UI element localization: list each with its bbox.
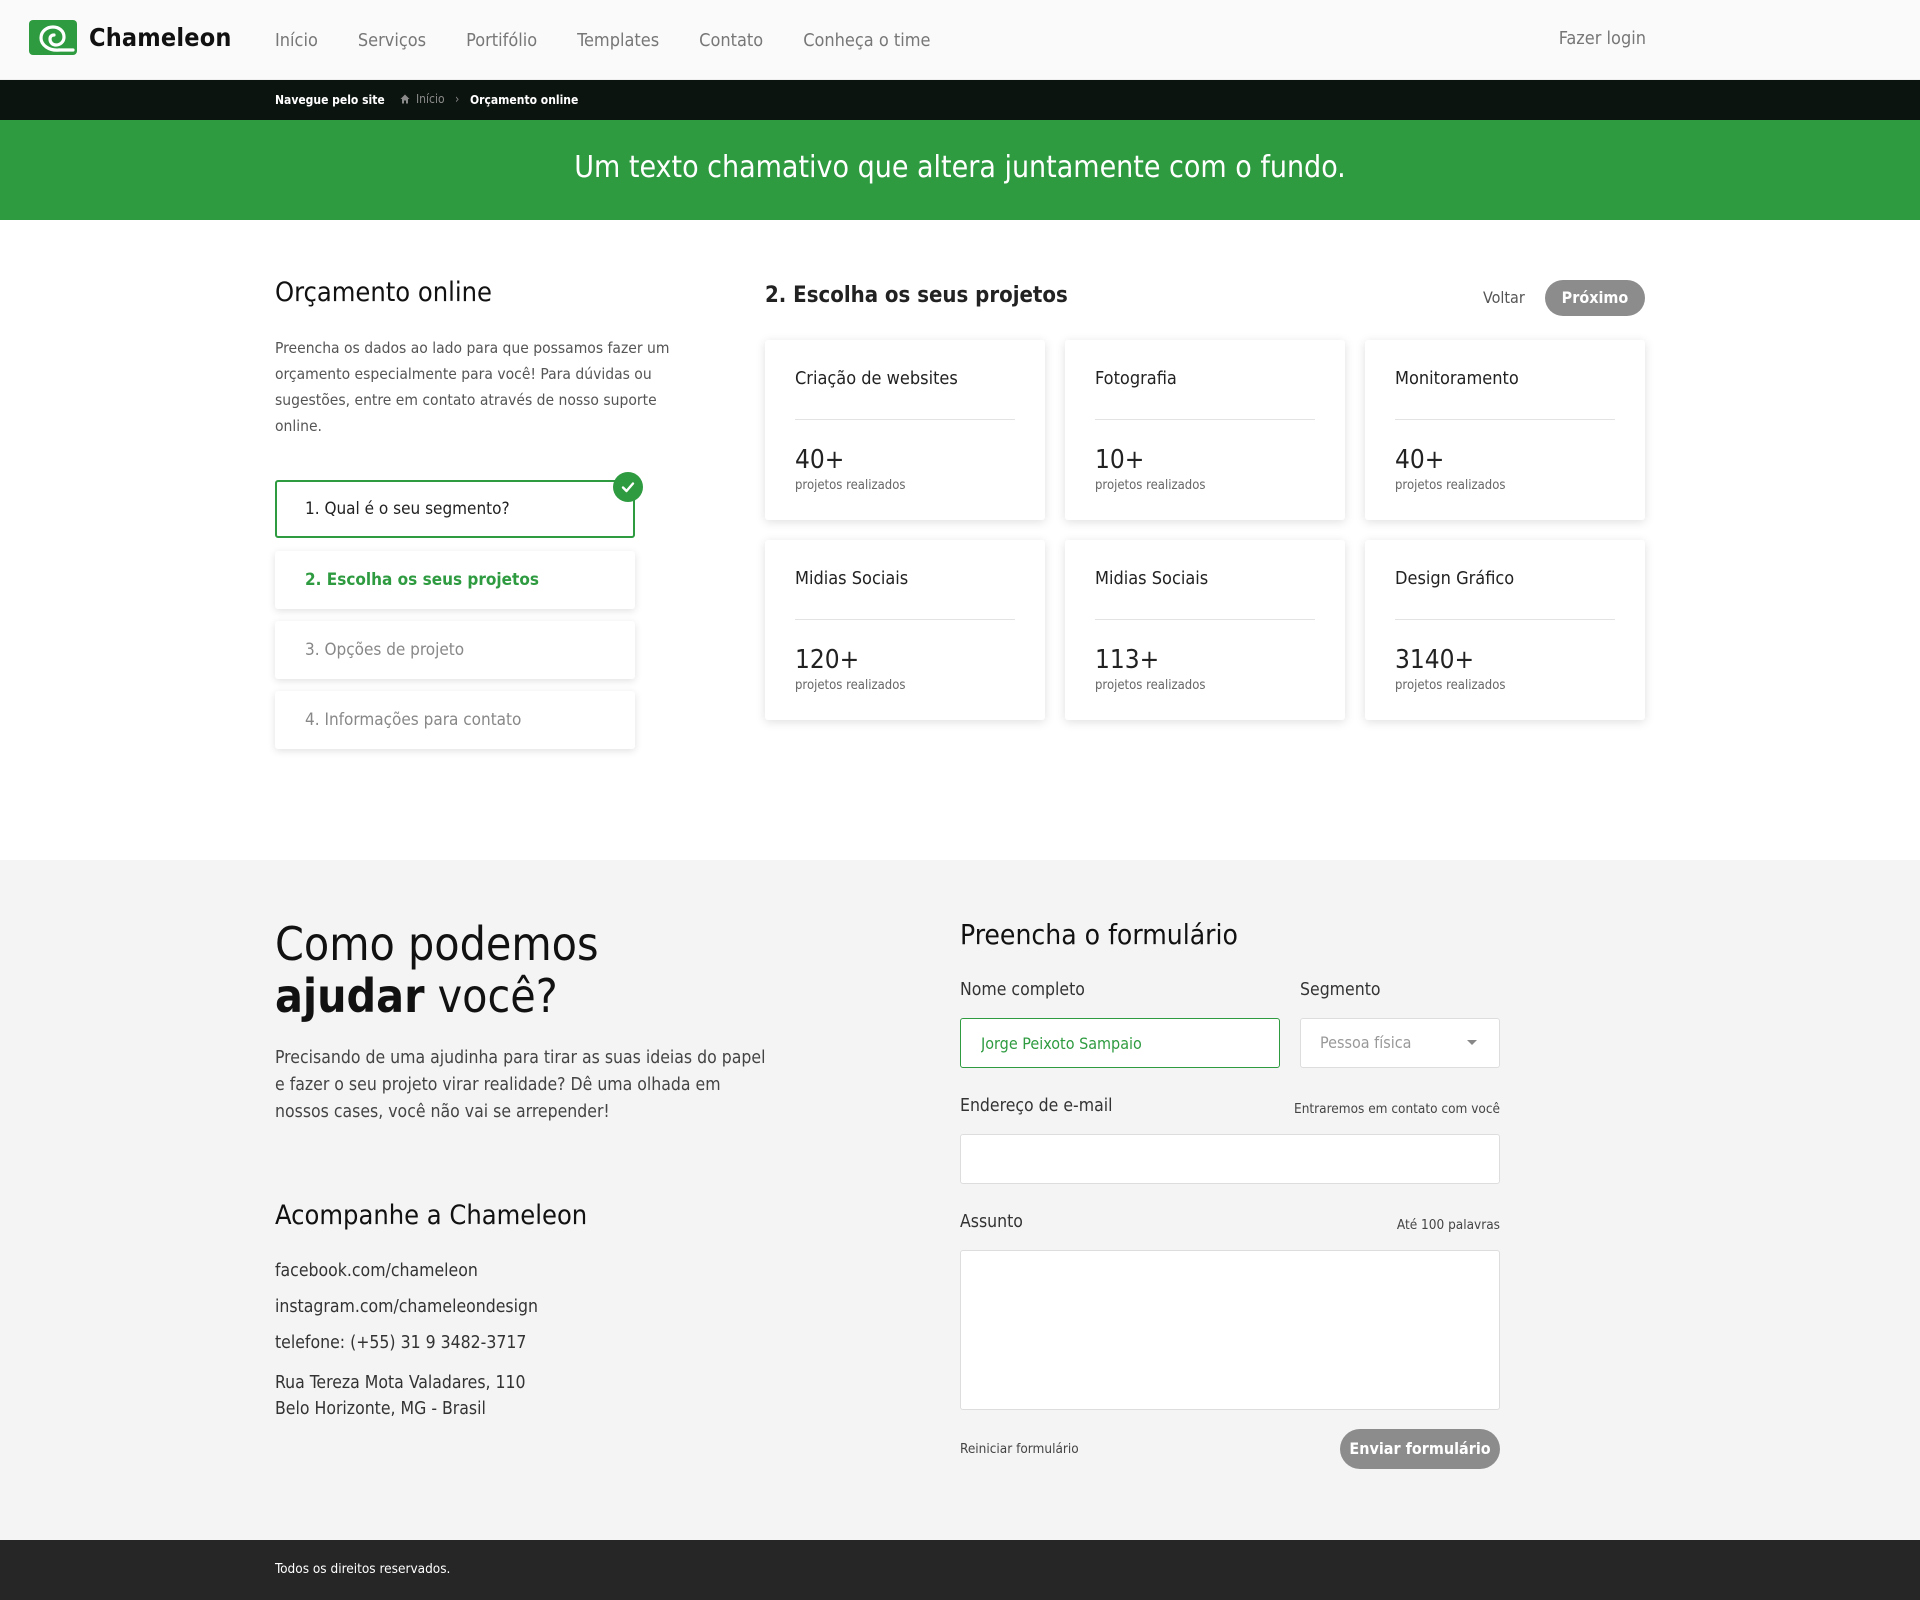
- nav-item-portifolio[interactable]: Portifólio: [466, 30, 537, 51]
- segment-label: Segmento: [1300, 980, 1381, 1000]
- project-name: Midias Sociais: [795, 568, 909, 589]
- login-link[interactable]: Fazer login: [1559, 28, 1646, 49]
- step-projetos[interactable]: 2. Escolha os seus projetos: [275, 551, 635, 609]
- project-count-label: projetos realizados: [1095, 678, 1206, 693]
- divider: [1095, 619, 1315, 620]
- project-count: 10+: [1095, 445, 1145, 475]
- project-name: Design Gráfico: [1395, 568, 1515, 589]
- email-label: Endereço de e-mail: [960, 1096, 1113, 1116]
- project-count-label: projetos realizados: [795, 678, 906, 693]
- nav-item-servicos[interactable]: Serviços: [358, 30, 426, 51]
- breadcrumb-home-link[interactable]: Início: [400, 92, 445, 106]
- project-count-label: projetos realizados: [1395, 678, 1506, 693]
- back-button[interactable]: Voltar: [1483, 288, 1525, 307]
- brand-name: Chameleon: [89, 23, 232, 52]
- nav-item-contato[interactable]: Contato: [699, 30, 763, 51]
- breadcrumb-title: Navegue pelo site: [275, 93, 385, 107]
- subject-field[interactable]: [960, 1250, 1500, 1410]
- help-title-line1: Como podemos: [275, 917, 599, 971]
- page-title: Orçamento online: [275, 277, 492, 308]
- facebook-link[interactable]: facebook.com/chameleon: [275, 1261, 478, 1281]
- step-label: 4. Informações para contato: [305, 710, 522, 730]
- step-opcoes[interactable]: 3. Opções de projeto: [275, 621, 635, 679]
- project-name: Monitoramento: [1395, 368, 1519, 389]
- breadcrumb-current: Orçamento online: [470, 93, 579, 107]
- home-icon: [400, 94, 410, 104]
- nav-item-time[interactable]: Conheça o time: [803, 30, 930, 51]
- project-name: Midias Sociais: [1095, 568, 1209, 589]
- banner-text: Um texto chamativo que altera juntamente…: [574, 150, 1346, 185]
- breadcrumb-home-label: Início: [416, 92, 445, 106]
- site-header: Chameleon Início Serviços Portifólio Tem…: [0, 0, 1920, 80]
- projects-title: 2. Escolha os seus projetos: [765, 283, 1068, 308]
- breadcrumb: Navegue pelo site Início › Orçamento onl…: [0, 80, 1920, 120]
- email-field[interactable]: [960, 1134, 1500, 1184]
- submit-button[interactable]: Enviar formulário: [1340, 1429, 1500, 1469]
- step-label: 2. Escolha os seus projetos: [305, 570, 539, 590]
- intro-text: Preencha os dados ao lado para que possa…: [275, 339, 670, 435]
- site-footer: Todos os direitos reservados.: [0, 1540, 1920, 1600]
- project-card[interactable]: Midias Sociais 120+ projetos realizados: [765, 540, 1045, 720]
- caret-down-icon: [1467, 1040, 1477, 1045]
- subject-hint: Até 100 palavras: [1396, 1217, 1500, 1233]
- email-hint: Entraremos em contato com você: [1294, 1101, 1500, 1117]
- project-count-label: projetos realizados: [1395, 478, 1506, 493]
- name-label: Nome completo: [960, 980, 1085, 1000]
- step-contato[interactable]: 4. Informações para contato: [275, 691, 635, 749]
- step-segmento[interactable]: 1. Qual é o seu segmento?: [275, 472, 643, 538]
- project-card[interactable]: Design Gráfico 3140+ projetos realizados: [1365, 540, 1645, 720]
- project-count: 40+: [1395, 445, 1445, 475]
- project-name: Criação de websites: [795, 368, 958, 389]
- divider: [795, 419, 1015, 420]
- main-nav: Início Serviços Portifólio Templates Con…: [275, 0, 971, 80]
- help-title: Como podemos ajudar você?: [275, 918, 599, 1022]
- reset-form-link[interactable]: Reiniciar formulário: [960, 1441, 1079, 1457]
- check-icon: [613, 472, 643, 502]
- help-text: Precisando de uma ajudinha para tirar as…: [275, 1048, 766, 1122]
- project-count-label: projetos realizados: [1095, 478, 1206, 493]
- project-count: 40+: [795, 445, 845, 475]
- help-title-rest: você?: [424, 969, 558, 1023]
- project-card[interactable]: Criação de websites 40+ projetos realiza…: [765, 340, 1045, 520]
- address-line-1: Rua Tereza Mota Valadares, 110: [275, 1373, 526, 1393]
- divider: [1095, 419, 1315, 420]
- phone-link[interactable]: telefone: (+55) 31 9 3482-3717: [275, 1333, 526, 1353]
- hero-banner: Um texto chamativo que altera juntamente…: [0, 120, 1920, 220]
- instagram-link[interactable]: instagram.com/chameleondesign: [275, 1297, 538, 1317]
- address-line-2: Belo Horizonte, MG - Brasil: [275, 1399, 486, 1419]
- project-card[interactable]: Monitoramento 40+ projetos realizados: [1365, 340, 1645, 520]
- subject-label: Assunto: [960, 1212, 1023, 1232]
- form-title: Preencha o formulário: [960, 918, 1238, 951]
- nav-item-inicio[interactable]: Início: [275, 30, 318, 51]
- brand-logo[interactable]: Chameleon: [29, 20, 232, 55]
- follow-title: Acompanhe a Chameleon: [275, 1200, 588, 1231]
- divider: [795, 619, 1015, 620]
- help-title-bold: ajudar: [275, 969, 425, 1023]
- segment-select[interactable]: Pessoa física: [1300, 1018, 1500, 1068]
- step-label: 1. Qual é o seu segmento?: [305, 499, 510, 519]
- project-count: 3140+: [1395, 645, 1475, 675]
- project-name: Fotografia: [1095, 368, 1177, 389]
- nav-item-templates[interactable]: Templates: [577, 30, 659, 51]
- project-count-label: projetos realizados: [795, 478, 906, 493]
- project-card[interactable]: Fotografia 10+ projetos realizados: [1065, 340, 1345, 520]
- chameleon-spiral-icon: [29, 20, 77, 55]
- segment-value: Pessoa física: [1320, 1033, 1412, 1052]
- step-label: 3. Opções de projeto: [305, 640, 465, 660]
- project-count: 120+: [795, 645, 860, 675]
- divider: [1395, 419, 1615, 420]
- project-card[interactable]: Midias Sociais 113+ projetos realizados: [1065, 540, 1345, 720]
- divider: [1395, 619, 1615, 620]
- name-field[interactable]: [960, 1018, 1280, 1068]
- copyright-text: Todos os direitos reservados.: [275, 1561, 451, 1577]
- chevron-right-icon: ›: [455, 92, 460, 106]
- next-button[interactable]: Próximo: [1545, 280, 1645, 316]
- project-count: 113+: [1095, 645, 1160, 675]
